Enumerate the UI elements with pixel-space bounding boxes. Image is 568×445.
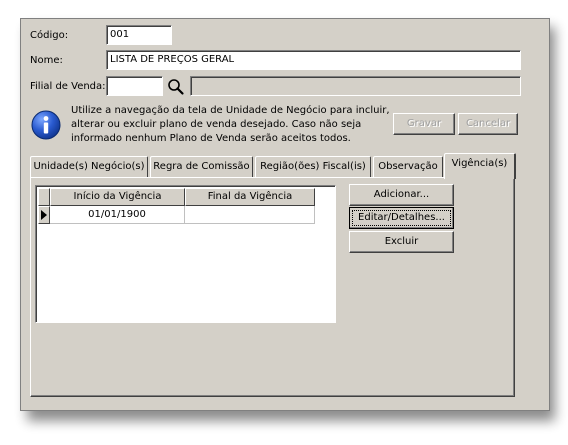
row-indicator[interactable] (38, 206, 50, 224)
cancelar-button[interactable]: Cancelar (458, 113, 518, 135)
adicionar-button[interactable]: Adicionar... (349, 184, 454, 206)
tab-observacao[interactable]: Observação (373, 156, 443, 177)
info-icon (31, 110, 61, 140)
row-pointer-icon (41, 210, 47, 220)
filial-description-field (190, 76, 521, 96)
codigo-field[interactable]: 001 (106, 25, 172, 45)
grid-corner (38, 188, 50, 206)
nome-field[interactable]: LISTA DE PREÇOS GERAL (106, 50, 521, 70)
info-line-1: Utilize a navegação da tela de Unidade d… (71, 105, 390, 116)
column-inicio-vigencia[interactable]: Início da Vigência (50, 188, 185, 206)
cell-inicio-vigencia[interactable]: 01/01/1900 (50, 206, 185, 224)
tab-regioes-fiscais[interactable]: Região(ões) Fiscal(is) (255, 156, 371, 177)
cell-final-vigencia[interactable] (185, 206, 315, 224)
info-text: Utilize a navegação da tela de Unidade d… (71, 104, 390, 146)
excluir-button[interactable]: Excluir (349, 231, 454, 253)
column-final-vigencia[interactable]: Final da Vigência (185, 188, 315, 206)
info-line-3: informado nenhum Plano de Venda serão ac… (71, 133, 351, 144)
magnifier-icon[interactable] (166, 77, 186, 97)
gravar-button[interactable]: Gravar (393, 113, 455, 135)
tab-regra-comissao[interactable]: Regra de Comissão (150, 156, 253, 177)
filial-label: Filial de Venda: (30, 81, 106, 92)
info-line-2: alterar ou excluir plano de venda deseja… (71, 119, 362, 130)
codigo-label: Código: (30, 30, 69, 41)
tab-unidades-negocio[interactable]: Unidade(s) Negócio(s) (30, 156, 148, 177)
editar-detalhes-button[interactable]: Editar/Detalhes... (349, 207, 454, 229)
filial-field[interactable] (106, 76, 163, 96)
vigencias-grid[interactable]: Início da Vigência Final da Vigência 01/… (35, 185, 336, 323)
tab-vigencias[interactable]: Vigência(s) (444, 153, 516, 179)
nome-label: Nome: (30, 55, 63, 66)
